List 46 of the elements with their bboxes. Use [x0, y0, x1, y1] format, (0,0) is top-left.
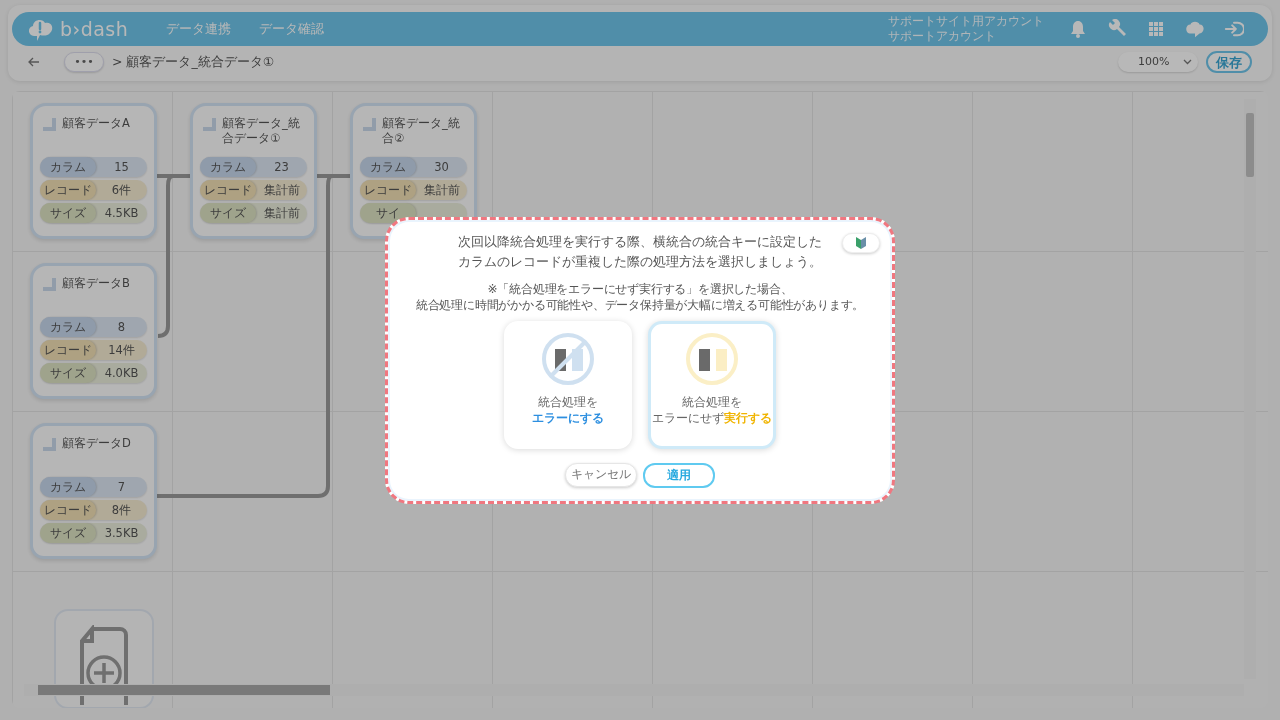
dialog-note: 統合処理に時間がかかる可能性や、データ保持量が大幅に増える可能性があります。 [414, 296, 866, 313]
stat-value: 4.0KB [103, 365, 140, 382]
stat-label: レコード [40, 180, 96, 200]
node-title: 顧客データD [62, 436, 132, 452]
stat-label: レコード [40, 500, 96, 520]
stat-label: サイズ [40, 363, 96, 383]
stat-label: レコード [360, 180, 416, 200]
account-site-label: サポートサイト用アカウント [888, 14, 1044, 29]
stat-value: 15 [113, 159, 130, 176]
stat-value: 7 [116, 479, 127, 496]
stat-value: 23 [273, 159, 290, 176]
stat-label: サイ [360, 203, 416, 223]
logo-text: b›dash [60, 16, 129, 42]
breadcrumb: > 顧客データ_統合データ① [112, 52, 274, 71]
node-title: 顧客データ_統合データ① [222, 116, 301, 147]
stat-value: 14件 [107, 342, 136, 359]
stat-value: 6件 [110, 182, 133, 199]
option-action: エラーにする [531, 409, 605, 426]
stat-label: カラム [40, 157, 96, 177]
dialog-message: カラムのレコードが重複した際の処理方法を選択しましょう。 [457, 252, 823, 271]
stat-value: 3.5KB [103, 525, 140, 542]
node-title: 顧客データ_統合② [382, 116, 461, 147]
dialog-note: ※「統合処理をエラーにせず実行する」を選択した場合、 [486, 280, 794, 297]
option-title: 統合処理を [681, 393, 743, 410]
stat-label: カラム [40, 317, 96, 337]
stat-label: レコード [200, 180, 256, 200]
stat-label: カラム [200, 157, 256, 177]
stat-value: 集計前 [262, 205, 301, 222]
stat-label: サイズ [40, 523, 96, 543]
stat-value: 集計前 [262, 182, 301, 199]
stat-label: サイズ [200, 203, 256, 223]
stat-value: 8 [116, 319, 127, 336]
stat-label: カラム [40, 477, 96, 497]
stat-value: 4.5KB [103, 205, 140, 222]
option-action: エラーにせず実行する [651, 409, 773, 426]
stat-label: カラム [360, 157, 416, 177]
stat-label: サイズ [40, 203, 96, 223]
stat-value: 8件 [110, 502, 133, 519]
option-title: 統合処理を [537, 393, 599, 410]
zoom-value: 100% [1138, 53, 1170, 70]
account-name: サポートアカウント [888, 29, 997, 44]
stat-value: 集計前 [422, 182, 461, 199]
stat-value: 30 [433, 159, 450, 176]
stat-label: レコード [40, 340, 96, 360]
node-title: 顧客データB [62, 276, 131, 292]
node-title: 顧客データA [62, 116, 131, 132]
